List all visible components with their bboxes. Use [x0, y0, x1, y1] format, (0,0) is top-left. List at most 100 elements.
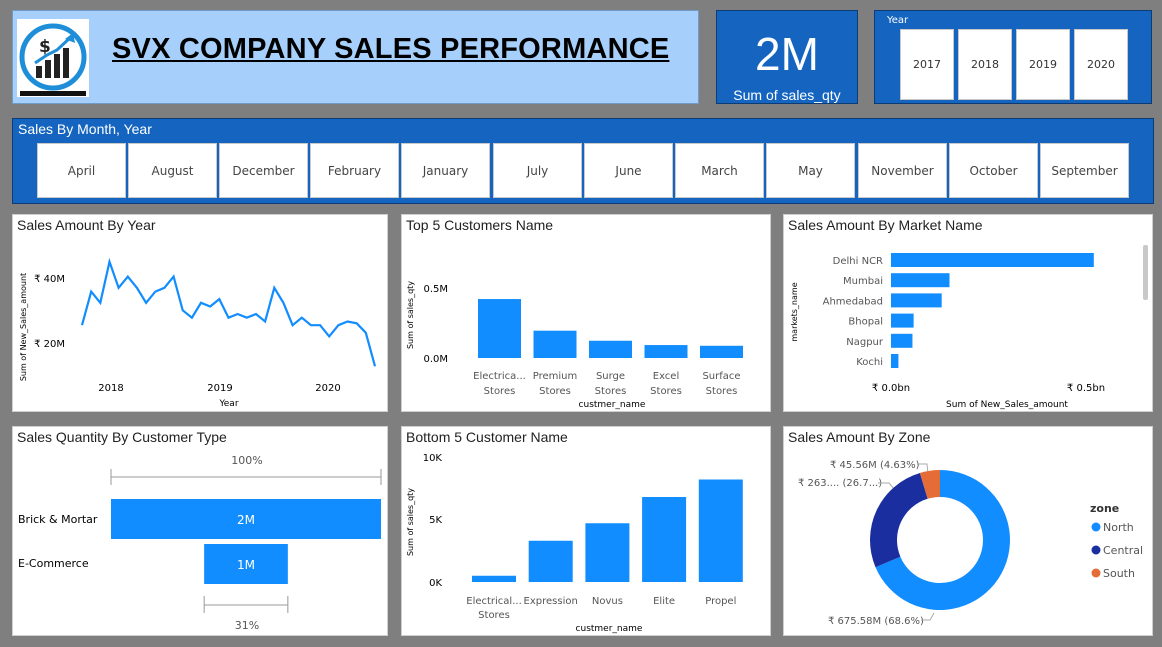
page-title: SVX COMPANY SALES PERFORMANCE: [112, 33, 670, 65]
customer-type-chart: 100% Brick & Mortar E-Commerce 31% 2M 1M: [18, 454, 382, 632]
month-option-august[interactable]: August: [128, 143, 217, 198]
x-tick-label: Electrica...: [473, 371, 526, 382]
x-tick-label: Stores: [706, 386, 738, 397]
x-tick-label: Novus: [592, 596, 623, 607]
legend-label[interactable]: North: [1103, 521, 1134, 534]
x-tick-label: Surface: [702, 371, 740, 382]
x-tick-label: ₹ 0.0bn: [872, 383, 910, 394]
y-tick-label: ₹ 40M: [34, 274, 65, 285]
month-option-june[interactable]: June: [584, 143, 673, 198]
bottom-percent-label: 31%: [235, 619, 259, 632]
x-tick-label: Surge: [596, 371, 625, 382]
x-tick-label: 2020: [315, 383, 340, 394]
x-tick-label: Stores: [650, 386, 682, 397]
top5-chart: Sum of sales_qty 0.5M 0.0M custmer_name …: [406, 281, 743, 410]
y-tick-label: 0K: [429, 578, 442, 589]
zone-panel: Sales Amount By Zone ₹ 45.56M (4.63%) ₹ …: [783, 426, 1153, 636]
slice-label-south: ₹ 45.56M (4.63%): [830, 460, 920, 471]
bar: [891, 253, 1094, 267]
legend-marker-south: [1091, 568, 1101, 578]
month-option-july[interactable]: July: [493, 143, 582, 198]
year-option-2020[interactable]: 2020: [1074, 29, 1128, 100]
x-axis-label: custmer_name: [579, 400, 646, 410]
x-tick-label: Propel: [705, 596, 736, 607]
y-tick-label: Kochi: [856, 357, 883, 368]
month-option-december[interactable]: December: [219, 143, 308, 198]
bottom5-chart: Sum of sales_qty 10K 5K 0K custmer_name …: [406, 453, 743, 634]
bar: [642, 497, 687, 582]
legend-marker-north: [1091, 522, 1101, 532]
x-tick-label: 2019: [207, 383, 232, 394]
y-tick-label: 5K: [429, 515, 442, 526]
bar: [700, 345, 743, 358]
month-option-october[interactable]: October: [949, 143, 1038, 198]
x-tick-label: ₹ 0.5bn: [1067, 383, 1105, 394]
category-label: Brick & Mortar: [18, 513, 98, 526]
bar: [589, 340, 632, 358]
year-option-2018[interactable]: 2018: [958, 29, 1012, 100]
year-option-2019[interactable]: 2019: [1016, 29, 1070, 100]
top-percent-label: 100%: [231, 454, 262, 467]
bottom-percent-bracket: [203, 596, 289, 613]
kpi-card: 2M Sum of sales_qty: [716, 10, 858, 104]
market-chart: markets_name ₹ 0.0bn ₹ 0.5bn Sum of New_…: [790, 245, 1148, 410]
category-label: E-Commerce: [18, 557, 89, 570]
x-axis-label: Sum of New_Sales_amount: [946, 400, 1068, 410]
year-option-2017[interactable]: 2017: [900, 29, 954, 100]
x-tick-label: Stores: [595, 386, 627, 397]
year-slicer-title: Year: [887, 15, 909, 26]
bar: [585, 523, 630, 582]
year-slicer: Year 2017 2018 2019 2020: [874, 10, 1152, 104]
bar: [891, 273, 950, 288]
month-option-january[interactable]: January: [401, 143, 490, 198]
x-tick-label: Expression: [524, 596, 578, 607]
y-tick-label: 0.0M: [423, 354, 448, 365]
x-tick-label: Stores: [478, 610, 510, 621]
x-tick-label: 2018: [98, 383, 123, 394]
legend-marker-central: [1091, 545, 1101, 555]
bar: [472, 575, 516, 582]
y-tick-label: Nagpur: [846, 337, 884, 348]
x-tick-label: Excel: [653, 371, 680, 382]
market-panel: Sales Amount By Market Name markets_name…: [783, 214, 1153, 412]
month-option-september[interactable]: September: [1040, 143, 1129, 198]
slice-label-central: ₹ 263.... (26.7...): [798, 478, 882, 489]
bar: [478, 299, 521, 358]
bar: [891, 333, 913, 348]
month-option-november[interactable]: November: [858, 143, 947, 198]
y-tick-label: 10K: [423, 453, 443, 464]
month-option-may[interactable]: May: [766, 143, 855, 198]
y-axis-label: Sum of sales_qty: [406, 488, 415, 556]
month-option-march[interactable]: March: [675, 143, 764, 198]
legend-label[interactable]: South: [1103, 567, 1135, 580]
y-axis-label: Sum of New_Sales_amount: [19, 273, 28, 381]
y-axis-label: markets_name: [790, 282, 799, 341]
x-tick-label: Elite: [653, 596, 675, 607]
top-percent-bracket: [110, 469, 382, 485]
bar: [528, 540, 573, 582]
bar: [644, 345, 688, 358]
y-tick-label: Bhopal: [848, 317, 883, 328]
y-tick-label: ₹ 20M: [34, 339, 65, 350]
y-tick-label: 0.5M: [423, 284, 448, 295]
bottom5-customers-panel: Bottom 5 Customer Name Sum of sales_qty …: [401, 426, 771, 636]
month-option-april[interactable]: April: [37, 143, 126, 198]
scrollbar-thumb[interactable]: [1143, 245, 1148, 300]
y-axis-label: Sum of sales_qty: [406, 281, 415, 349]
bar: [698, 479, 743, 582]
x-tick-label: Stores: [484, 386, 516, 397]
x-tick-label: Premium: [533, 371, 578, 382]
slice-label-north: ₹ 675.58M (68.6%): [828, 616, 924, 627]
x-axis-label: custmer_name: [576, 624, 643, 634]
top5-customers-panel: Top 5 Customers Name Sum of sales_qty 0.…: [401, 214, 771, 412]
customer-type-panel: Sales Quantity By Customer Type 100% Bri…: [12, 426, 388, 636]
bar: [533, 330, 577, 358]
data-label: 2M: [237, 513, 255, 527]
month-option-february[interactable]: February: [310, 143, 399, 198]
legend-label[interactable]: Central: [1103, 544, 1143, 557]
month-slicer-title: Sales By Month, Year: [18, 121, 152, 137]
sales-line-series: [80, 257, 377, 367]
kpi-value: 2M: [755, 28, 819, 80]
sales-by-year-panel: Sales Amount By Year Sum of New_Sales_am…: [12, 214, 388, 412]
company-logo: $: [17, 19, 89, 97]
